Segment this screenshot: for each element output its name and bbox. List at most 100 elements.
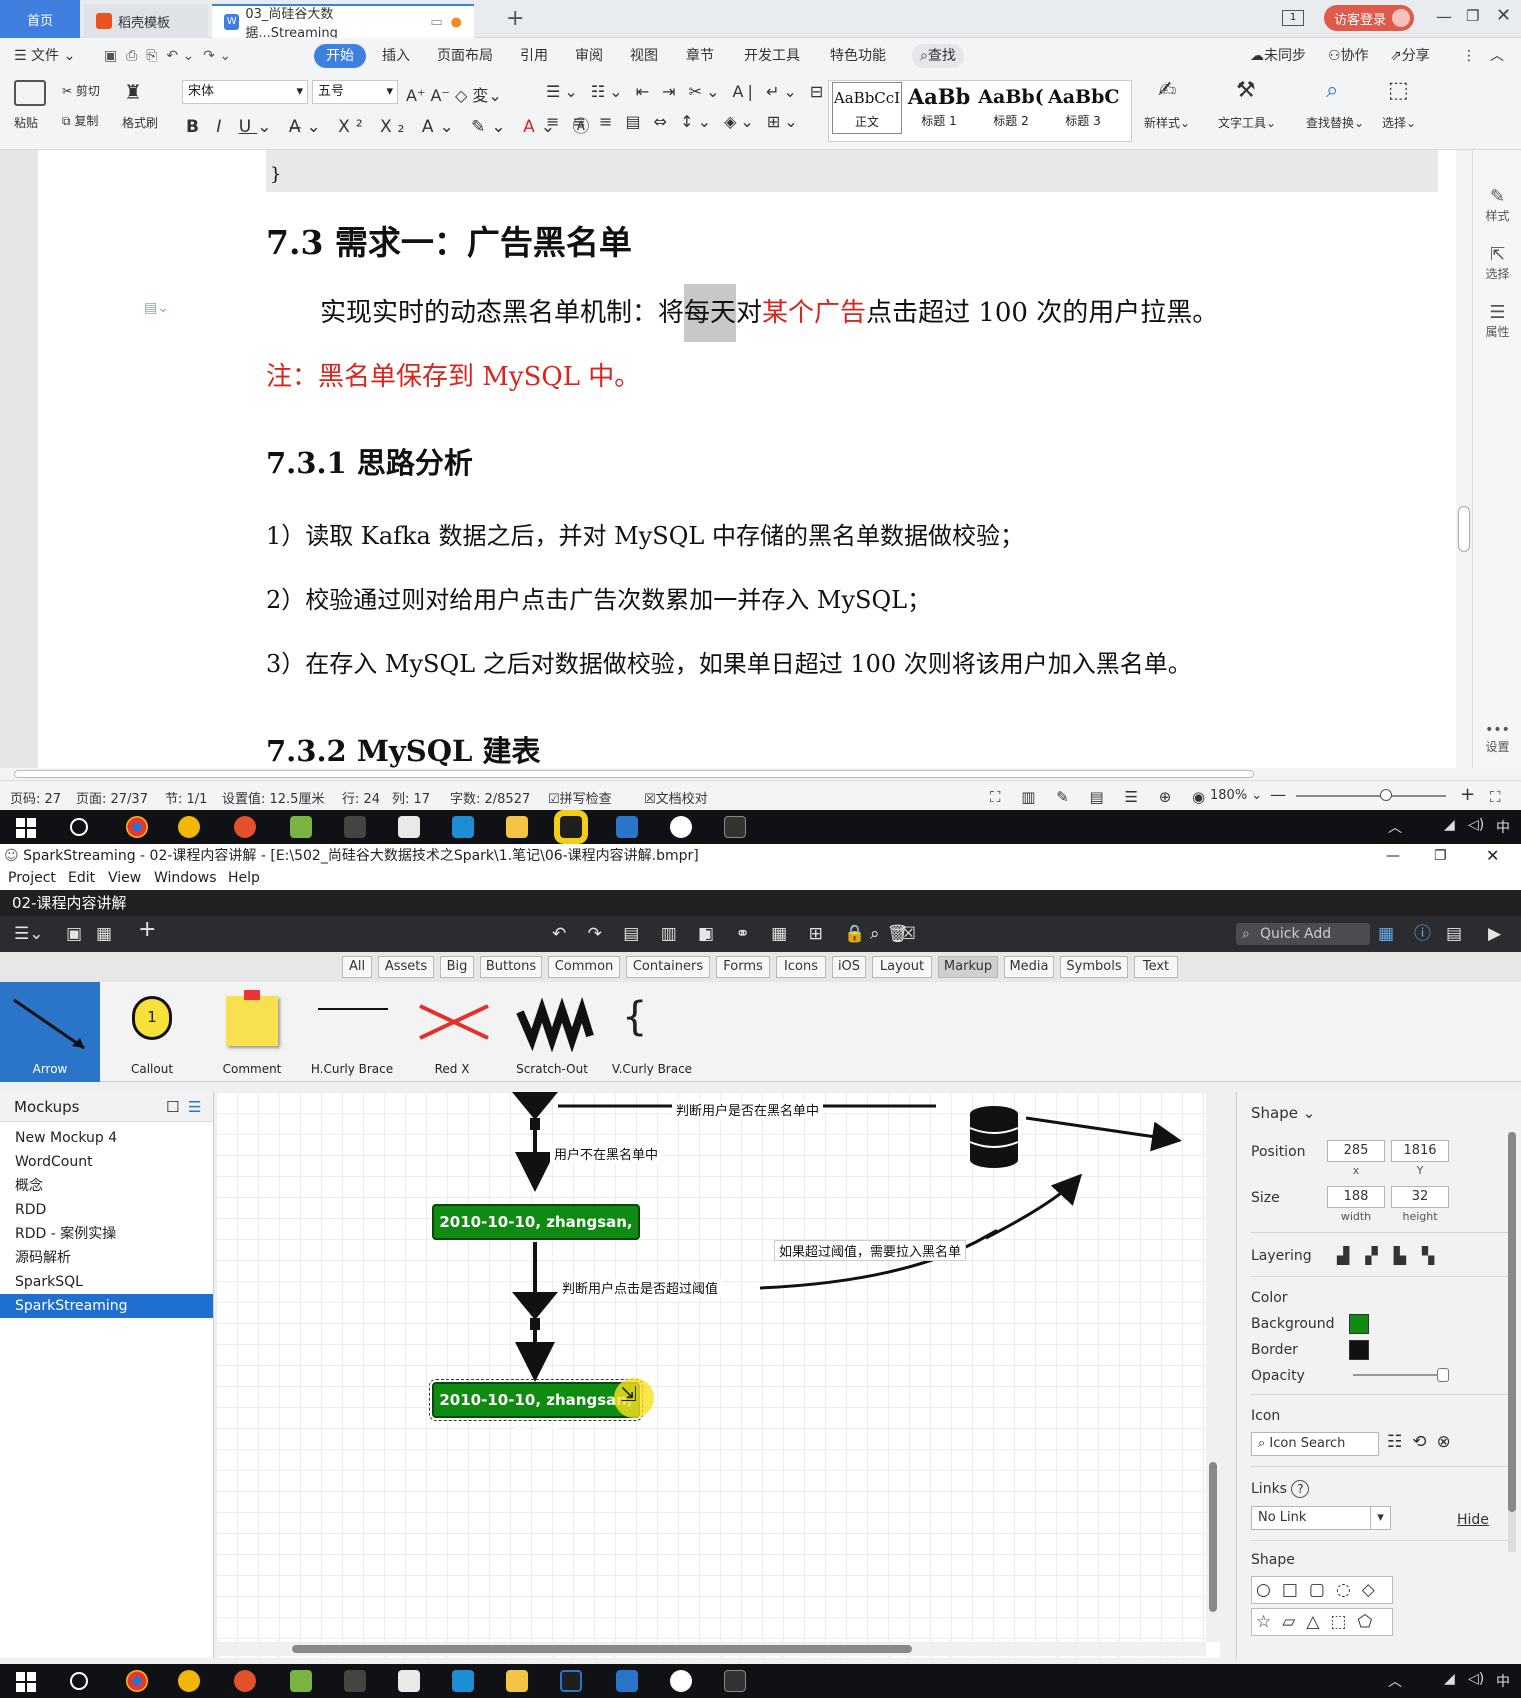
format-painter-label[interactable]: 格式刷 [122,114,158,131]
style-heading3[interactable]: AaBbC 标题 3 [1048,82,1120,134]
volume-icon[interactable]: ◁) [1468,1671,1484,1687]
filter-assets[interactable]: Assets [378,956,434,978]
label-not-in-blacklist[interactable]: 用户不在黑名单中 [550,1144,663,1163]
border-color-swatch[interactable] [1349,1340,1369,1360]
close-icon[interactable]: ✕ [1496,5,1511,26]
filter-icons[interactable]: Icons [776,956,826,978]
filter-text[interactable]: Text [1134,956,1178,978]
scroll-thumb[interactable] [1458,506,1470,552]
canvas-hscroll-thumb[interactable] [292,1645,912,1653]
app-green-icon[interactable] [290,1670,312,1692]
zoom-out-icon[interactable]: — [1270,785,1286,804]
volume-icon[interactable]: ◁) [1468,817,1484,833]
document-page[interactable]: } 7.3 需求一：广告黑名单 ▤⌄ 实现实时的动态黑名单机制：将每天对某个广告… [38,150,1456,768]
mf-icon[interactable] [178,816,200,838]
search-box[interactable]: ⌕查找 [912,44,964,68]
record-box-2-selected[interactable]: 2010-10-10, zhangsan, A, 20 [429,1379,643,1441]
canvas-vscroll-thumb[interactable] [1209,1462,1217,1612]
filter-buttons[interactable]: Buttons [480,956,542,978]
app-green-icon[interactable] [290,816,312,838]
filter-forms[interactable]: Forms [716,956,770,978]
text-tools-icon[interactable]: ⚒ [1236,78,1256,103]
filter-containers[interactable]: Containers [626,956,710,978]
style-heading2[interactable]: AaBb(标题 2 [976,82,1046,134]
grid-view-icon[interactable]: ▦ [96,925,112,943]
properties-panel-button[interactable]: ☰ 属性 [1473,302,1521,340]
styles-panel-button[interactable]: ✎ 样式 [1473,186,1521,224]
find-replace-icon[interactable]: ⌕ [1326,78,1338,103]
mockup-item[interactable]: 概念 [0,1174,213,1198]
find-replace-button[interactable]: 查找替换⌄ [1306,114,1364,131]
monitor-icon[interactable]: ▭ [430,15,442,30]
new-style-button[interactable]: 新样式⌄ [1144,114,1190,131]
menu-chapter[interactable]: 章节 [686,38,714,74]
cut-button[interactable]: ✂ 剪切 [62,82,100,99]
add-mockup-icon[interactable]: + [138,919,156,941]
text-tools-button[interactable]: 文字工具⌄ [1218,114,1276,131]
database-icon[interactable] [969,1106,1019,1168]
filter-symbols[interactable]: Symbols [1060,956,1128,978]
layering-icons[interactable]: ▟▞▙▚ [1337,1246,1450,1265]
mf-icon[interactable] [178,1670,200,1692]
bq-restore-icon[interactable]: ❐ [1434,844,1447,868]
app-figure-icon[interactable] [344,1670,366,1692]
list-icons[interactable]: ☰⌄ ☷⌄ ⇤ ⇥ ✂⌄ A| ↵⌄ ⊟ [546,82,827,101]
menu-features[interactable]: 特色功能 [830,38,886,74]
mockup-item[interactable]: New Mockup 4 [0,1126,213,1150]
tab-template[interactable]: 稻壳模板 [84,4,208,38]
menu-insert[interactable]: 插入 [382,38,410,74]
format-painter-icon[interactable]: ♜ [124,80,142,104]
menu-references[interactable]: 引用 [520,38,548,74]
properties-header[interactable]: Shape ⌄ [1251,1104,1315,1122]
select-button[interactable]: 选择⌄ [1382,114,1416,131]
app-blue-icon[interactable] [452,816,474,838]
intellij-icon[interactable] [560,816,582,838]
tab-home[interactable]: 首页 [0,0,80,38]
text-format-icons[interactable]: B I U⌄ A̶⌄ X² X₂ A⌄ ✎⌄ A⌄ Ⓐ [186,112,595,137]
wps-icon[interactable] [616,816,638,838]
zoom-slider[interactable] [1296,795,1446,797]
folder-icon[interactable] [506,816,528,838]
windows-start-icon[interactable] [16,1672,36,1692]
view-mode-icons[interactable]: ⛶ ▥ ✎ ▤ ☰ ⊕ ◉ [990,788,1213,806]
terminal-icon[interactable] [724,1670,746,1692]
hide-link[interactable]: Hide [1457,1512,1489,1528]
app-blue-icon[interactable] [452,1670,474,1692]
mockup-item[interactable]: RDD [0,1198,213,1222]
copy-button[interactable]: ⧉ 复制 [62,112,98,129]
label-exceed-threshold[interactable]: 判断用户点击是否超过阈值 [558,1278,723,1297]
new-tab-icon[interactable]: + [506,6,524,31]
windows-start-icon[interactable] [16,818,36,838]
library-item-arrow[interactable]: Arrow [0,982,100,1082]
quick-toolbar-icons[interactable]: ▣ ⎙ ⎘ ↶ ⌄ ↷ ⌄ [104,38,231,74]
menu-start[interactable]: 开始 [314,44,366,68]
present-icon[interactable]: ▶ [1488,925,1501,943]
filter-layout[interactable]: Layout [872,956,932,978]
minimize-icon[interactable]: — [1436,7,1452,26]
mockup-item[interactable]: SparkSQL [0,1270,213,1294]
menu-hamburger-icon[interactable]: ☰⌄ [14,925,43,943]
menu-developer[interactable]: 开发工具 [744,38,800,74]
width-input[interactable]: 188 [1327,1186,1385,1208]
spell-check-button[interactable]: ☑拼写检查 [548,788,612,807]
library-item-h-curly-brace[interactable]: H.Curly Brace [302,982,402,1082]
smiley-icon[interactable] [670,816,692,838]
intellij-icon[interactable] [560,1670,582,1692]
menu-edit[interactable]: Edit [68,870,95,886]
horizontal-scrollbar[interactable] [0,768,1521,780]
ime-indicator[interactable]: 中 [1496,1671,1510,1691]
library-item-comment[interactable]: Comment [202,982,302,1082]
icon-search-input[interactable]: ⌕ Icon Search [1251,1432,1379,1456]
find-tools-icons[interactable]: ⌕ ☒ [870,925,924,943]
menu-view[interactable]: 视图 [630,38,658,74]
panel-square-icon[interactable]: ☐ [166,1092,179,1122]
menu-help[interactable]: Help [228,870,260,886]
zoom-select[interactable]: 180% ⌄ [1210,788,1262,803]
label-check-blacklist[interactable]: 判断用户是否在黑名单中 [672,1100,824,1119]
tab-document[interactable]: W 03_尚硅谷大数据...Streaming ▭ ● [212,4,474,41]
icon-tools-icons[interactable]: ☷⟲⊗ [1387,1432,1461,1452]
panel-toggle-icon[interactable]: ▣ [66,925,82,943]
wps-icon[interactable] [616,1670,638,1692]
library-item-scratch-out[interactable]: Scratch-Out [502,982,602,1082]
window-count-icon[interactable]: 1 [1282,10,1304,26]
